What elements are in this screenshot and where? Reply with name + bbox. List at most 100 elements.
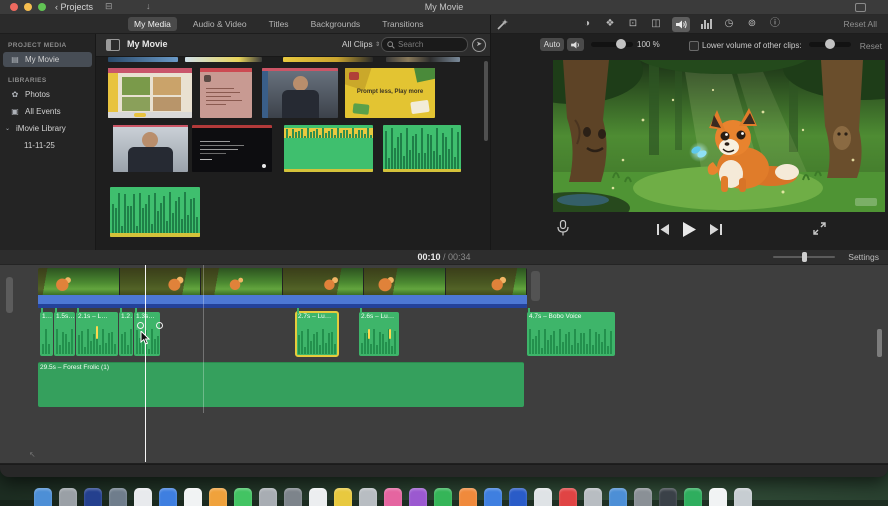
- clip-thumbnail[interactable]: [386, 57, 460, 62]
- lower-volume-checkbox[interactable]: [689, 41, 699, 51]
- tab-audio-video[interactable]: Audio & Video: [187, 17, 253, 31]
- dock-app-icon[interactable]: [134, 488, 152, 506]
- timeline-audio-clip-1[interactable]: 1…: [40, 312, 53, 356]
- tab-my-media[interactable]: My Media: [128, 17, 177, 31]
- other-clips-slider[interactable]: [809, 39, 851, 49]
- clip-thumbnail-presenter[interactable]: [262, 68, 338, 118]
- dock-app-icon[interactable]: [534, 488, 552, 506]
- timeline[interactable]: 1… 1.5s… 2.1s – L… 1.2… 1.3s… 2.7s – Lu…: [0, 265, 888, 463]
- timeline-audio-clip-1-2[interactable]: 1.2…: [119, 312, 133, 356]
- browser-scrollbar[interactable]: [484, 61, 488, 141]
- dock-app-icon[interactable]: [184, 488, 202, 506]
- sidebar-item-my-movie[interactable]: ▤ My Movie: [3, 52, 92, 67]
- clip-thumbnail-audio[interactable]: [110, 187, 200, 237]
- adjust-icon[interactable]: ◫: [649, 17, 663, 31]
- dock-app-icon[interactable]: [34, 488, 52, 506]
- clip-filter-dropdown[interactable]: All Clips ⇕: [342, 39, 380, 49]
- other-clips-slider-knob[interactable]: [825, 39, 835, 49]
- dock-app-icon[interactable]: [209, 488, 227, 506]
- dock-app-icon[interactable]: [109, 488, 127, 506]
- clip-thumbnail-browser-foxes[interactable]: [108, 68, 192, 118]
- beat-marker[interactable]: [389, 329, 391, 339]
- dock-app-icon[interactable]: [709, 488, 727, 506]
- fullscreen-icon[interactable]: [813, 222, 826, 235]
- sidebar-item-all-events[interactable]: ▣ All Events: [0, 104, 95, 118]
- sidebar-item-library-event[interactable]: 11-11-25: [0, 138, 95, 152]
- auto-volume-button[interactable]: Auto: [540, 38, 564, 51]
- clip-thumbnail-terminal[interactable]: [192, 125, 272, 172]
- clip-thumbnail-audio-yellow[interactable]: [284, 125, 373, 172]
- adjust-icon[interactable]: ❖: [603, 17, 617, 31]
- clip-thumbnail-webcam[interactable]: [113, 125, 188, 172]
- dock-app-icon[interactable]: [84, 488, 102, 506]
- zoom-slider-thumb[interactable]: [802, 252, 807, 262]
- dock-app-icon[interactable]: [259, 488, 277, 506]
- tab-titles[interactable]: Titles: [263, 17, 295, 31]
- reset-all-button[interactable]: Reset All: [843, 19, 877, 29]
- dock-app-icon[interactable]: [334, 488, 352, 506]
- playhead[interactable]: [145, 265, 146, 462]
- dock-app-icon[interactable]: [634, 488, 652, 506]
- tab-backgrounds[interactable]: Backgrounds: [305, 17, 367, 31]
- volume-slider[interactable]: [591, 39, 633, 49]
- adjust-icon[interactable]: ⊚: [745, 17, 759, 31]
- dock-app-icon[interactable]: [309, 488, 327, 506]
- beat-marker[interactable]: [96, 326, 98, 339]
- sidebar-item-photos[interactable]: ✿ Photos: [0, 87, 95, 101]
- timeline-audio-clip-2-7s-lu[interactable]: 2.7s – Lu…: [295, 311, 339, 357]
- previous-frame-icon[interactable]: [657, 224, 669, 235]
- dock-app-icon[interactable]: [359, 488, 377, 506]
- volume-slider-knob[interactable]: [616, 39, 627, 49]
- dock-app-icon[interactable]: [559, 488, 577, 506]
- dock-app-icon[interactable]: [609, 488, 627, 506]
- dock-app-icon[interactable]: [59, 488, 77, 506]
- dock-app-icon[interactable]: [584, 488, 602, 506]
- clip-thumbnail-audio[interactable]: [383, 125, 461, 172]
- chevron-down-icon[interactable]: ⌄: [4, 125, 11, 132]
- clip-thumbnail[interactable]: [283, 57, 373, 62]
- preview-video[interactable]: [553, 60, 885, 212]
- continuous-playback-icon[interactable]: ➤: [472, 38, 486, 52]
- sidebar-item-imovie-library[interactable]: ⌄ iMovie Library: [0, 121, 95, 135]
- dock-app-icon[interactable]: [234, 488, 252, 506]
- beat-marker[interactable]: [368, 329, 370, 339]
- timeline-audio-clip-4-7s-bobo-voice[interactable]: 4.7s – Bobo Voice: [527, 312, 615, 356]
- timeline-scrollbar[interactable]: [877, 329, 882, 357]
- clip-thumbnail-slide[interactable]: Prompt less, Play more: [345, 68, 435, 118]
- dock-app-icon[interactable]: [284, 488, 302, 506]
- sidebar-toggle-icon[interactable]: [106, 39, 120, 51]
- play-button[interactable]: [683, 222, 696, 237]
- dock-app-icon[interactable]: [159, 488, 177, 506]
- clip-thumbnail[interactable]: [185, 57, 262, 62]
- search-input[interactable]: Search: [381, 37, 468, 52]
- dock-app-icon[interactable]: [734, 488, 752, 506]
- clip-thumbnail[interactable]: [108, 57, 178, 62]
- dock-app-icon[interactable]: [384, 488, 402, 506]
- timeline-audio-clip-2-6s-lu[interactable]: 2.6s – Lu…: [359, 312, 399, 356]
- dock-app-icon[interactable]: [459, 488, 477, 506]
- adjust-icon[interactable]: ⓘ: [768, 17, 782, 31]
- dock-app-icon[interactable]: [509, 488, 527, 506]
- display-icon[interactable]: [855, 3, 866, 12]
- timeline-settings-button[interactable]: Settings: [848, 252, 879, 262]
- keyframe-handle[interactable]: [137, 322, 144, 329]
- adjust-icon[interactable]: ◷: [722, 17, 736, 31]
- timeline-zoom-slider[interactable]: [773, 252, 835, 262]
- reset-volume-button[interactable]: Reset: [860, 41, 882, 51]
- keyframe-handle[interactable]: [156, 322, 163, 329]
- dock-app-icon[interactable]: [484, 488, 502, 506]
- clip-thumbnail-document[interactable]: [200, 68, 252, 118]
- volume-adjust-icon[interactable]: [672, 16, 690, 32]
- timeline-audio-clip-1-5s[interactable]: 1.5s…: [54, 312, 75, 356]
- next-frame-icon[interactable]: [710, 224, 722, 235]
- noise-reduction-icon[interactable]: [699, 19, 713, 29]
- adjust-icon[interactable]: ⊡: [626, 17, 640, 31]
- dock-app-icon[interactable]: [659, 488, 677, 506]
- auto-enhance-wand-icon[interactable]: [496, 18, 509, 31]
- mute-button[interactable]: [567, 38, 584, 51]
- dock-app-icon[interactable]: [684, 488, 702, 506]
- dock-app-icon[interactable]: [409, 488, 427, 506]
- background-music-clip[interactable]: 29.5s – Forest Frolic (1): [38, 362, 524, 407]
- dock-app-icon[interactable]: [434, 488, 452, 506]
- tab-transitions[interactable]: Transitions: [376, 17, 429, 31]
